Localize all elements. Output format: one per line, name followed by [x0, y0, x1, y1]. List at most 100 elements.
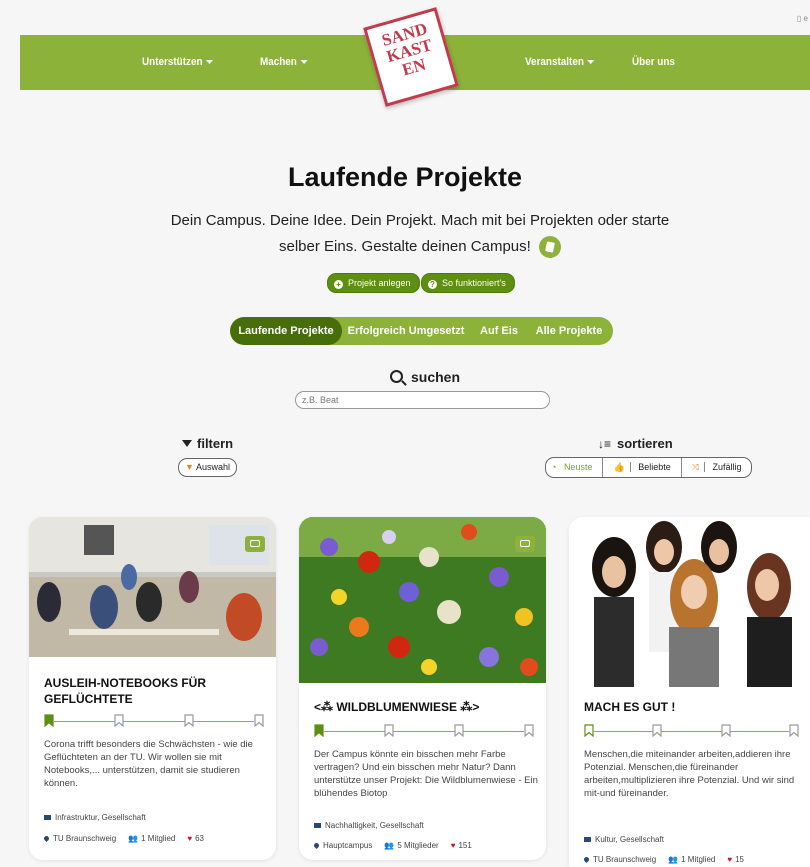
- flag-icon: [584, 837, 591, 842]
- location-icon: [42, 834, 51, 843]
- bookmark-icon: [721, 724, 731, 737]
- project-image: [569, 517, 810, 687]
- card-tags: Infrastruktur, Gesellschaft: [44, 813, 146, 822]
- plus-icon: +: [334, 280, 343, 289]
- bookmark-icon: [524, 724, 534, 737]
- tags-text: Infrastruktur, Gesellschaft: [55, 813, 146, 822]
- project-card[interactable]: <⁂ WILDBLUMENWIESE ⁂> Der Campus könnte …: [299, 517, 546, 860]
- location-icon: [582, 855, 591, 864]
- logo-text: SAND KAST EN: [379, 18, 435, 80]
- card-meta: TU Braunschweig 👥 1 Mitglied ♥ 15: [582, 855, 745, 864]
- sort-newest[interactable]: ◔ Neuste: [546, 458, 604, 477]
- flag-icon: [314, 823, 321, 828]
- sort-random-label: Zufällig: [712, 462, 742, 472]
- bookmark-icon: [44, 714, 54, 727]
- tab-erfolgreich[interactable]: Erfolgreich Umgesetzt: [347, 317, 465, 345]
- progress-line: [324, 731, 524, 732]
- create-project-label: Projekt anlegen: [348, 278, 411, 288]
- progress-track: [314, 724, 534, 738]
- members-icon: 👥: [128, 834, 139, 843]
- sort-popular[interactable]: 👍 Beliebte: [603, 458, 682, 477]
- progress-track: [584, 724, 799, 738]
- card-meta: Hauptcampus 👥 5 Mitglieder ♥ 151: [312, 841, 472, 850]
- question-icon: ?: [428, 280, 437, 289]
- project-card[interactable]: MACH ES GUT ! Menschen,die miteinander a…: [569, 517, 810, 867]
- nav-label: Machen: [260, 56, 297, 68]
- bookmark-icon: [789, 724, 799, 737]
- tags-text: Kultur, Gesellschaft: [595, 835, 664, 844]
- how-it-works-button[interactable]: ? So funktioniert's: [421, 273, 515, 293]
- nav-label: Veranstalten: [525, 56, 584, 68]
- search-heading: suchen: [390, 369, 460, 385]
- members-text: 1 Mitglied: [681, 855, 716, 864]
- card-title: AUSLEIH-NOTEBOOKS FÜR GEFLÜCHTETE: [44, 676, 206, 706]
- filter-icon: ▼: [185, 462, 194, 472]
- search-input[interactable]: [295, 391, 550, 409]
- flag-icon: [44, 815, 51, 820]
- money-icon: [515, 536, 535, 552]
- card-meta: TU Braunschweig 👥 1 Mitglied ♥ 63: [42, 834, 205, 843]
- card-tags: Kultur, Gesellschaft: [584, 835, 664, 844]
- bookmark-icon: [314, 724, 324, 737]
- nav-ueber-uns[interactable]: Über uns: [632, 56, 675, 68]
- bookmark-icon: [114, 714, 124, 727]
- sort-label: sortieren: [617, 436, 673, 451]
- heart-icon: ♥: [187, 834, 193, 843]
- chevron-down-icon: [587, 60, 595, 65]
- search-icon: [390, 370, 403, 383]
- members-text: 1 Mitglied: [141, 834, 176, 843]
- sort-options: ◔ Neuste 👍 Beliebte ⤨ Zufällig: [545, 457, 753, 478]
- nav-unterstuetzen[interactable]: Unterstützen: [142, 56, 214, 68]
- tab-auf-eis[interactable]: Auf Eis: [474, 317, 524, 345]
- nav-veranstalten[interactable]: Veranstalten: [525, 56, 595, 68]
- money-icon: [245, 536, 265, 552]
- corner-icon: ▯ e: [796, 14, 808, 23]
- tab-alle[interactable]: Alle Projekte: [531, 317, 607, 345]
- location-text: TU Braunschweig: [593, 855, 657, 864]
- filter-label: filtern: [197, 436, 234, 451]
- location-text: TU Braunschweig: [53, 834, 117, 843]
- bookmark-icon: [652, 724, 662, 737]
- chevron-down-icon: [206, 60, 214, 65]
- sandkasten-logo[interactable]: SAND KAST EN: [363, 7, 459, 107]
- project-card[interactable]: AUSLEIH-NOTEBOOKS FÜR GEFLÜCHTETE Corona…: [29, 517, 276, 860]
- likes-text: 63: [195, 834, 205, 843]
- card-title: <⁂ WILDBLUMENWIESE ⁂>: [314, 700, 480, 714]
- project-image: [29, 517, 276, 657]
- project-tabs: Laufende Projekte Erfolgreich Umgesetzt …: [230, 317, 613, 345]
- progress-line: [594, 731, 789, 732]
- page-subtitle: Dein Campus. Deine Idee. Dein Projekt. M…: [160, 208, 680, 260]
- progress-line: [54, 721, 254, 722]
- chevron-down-icon: [300, 60, 308, 65]
- thumbs-up-icon: 👍: [608, 462, 631, 472]
- filter-heading: filtern: [182, 436, 233, 451]
- bookmark-icon: [454, 724, 464, 737]
- nav-label: Unterstützen: [142, 56, 203, 68]
- location-text: Hauptcampus: [323, 841, 373, 850]
- members-icon: 👥: [384, 841, 395, 850]
- likes-text: 151: [458, 841, 472, 850]
- bookmark-icon: [254, 714, 264, 727]
- card-description: Corona trifft besonders die Schwächsten …: [44, 739, 253, 789]
- create-project-button[interactable]: + Projekt anlegen: [327, 273, 420, 293]
- nav-label: Über uns: [632, 56, 675, 68]
- members-text: 5 Mitglieder: [397, 841, 439, 850]
- card-title: MACH ES GUT !: [584, 700, 676, 714]
- tags-text: Nachhaltigkeit, Gesellschaft: [325, 821, 424, 830]
- book-icon[interactable]: [538, 236, 561, 259]
- card-description: Der Campus könnte ein bisschen mehr Farb…: [314, 749, 538, 799]
- search-label: suchen: [411, 369, 461, 385]
- subtitle-text: Dein Campus. Deine Idee. Dein Projekt. M…: [170, 212, 670, 255]
- filter-chip-label: Auswahl: [195, 462, 230, 472]
- members-icon: 👥: [668, 855, 679, 864]
- shuffle-icon: ⤨: [686, 462, 705, 472]
- card-tags: Nachhaltigkeit, Gesellschaft: [314, 821, 424, 830]
- project-image: [299, 517, 546, 683]
- filter-select-button[interactable]: ▼ Auswahl: [178, 458, 237, 477]
- tab-laufende[interactable]: Laufende Projekte: [230, 317, 342, 345]
- likes-text: 15: [735, 855, 745, 864]
- sort-random[interactable]: ⤨ Zufällig: [682, 458, 752, 477]
- nav-machen[interactable]: Machen: [260, 56, 308, 68]
- sort-popular-label: Beliebte: [638, 462, 671, 472]
- heart-icon: ♥: [727, 855, 733, 864]
